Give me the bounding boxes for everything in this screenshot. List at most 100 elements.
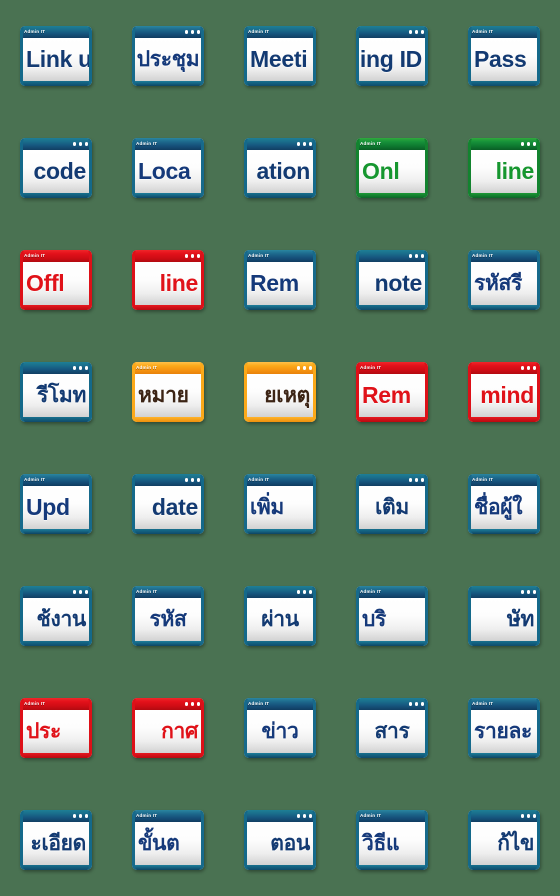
sticker-cell: Admin IT Pass (448, 0, 560, 112)
sticker-frame (356, 474, 428, 534)
sticker-frame (244, 26, 316, 86)
sticker-browser-window[interactable]: ประชุม (132, 26, 204, 86)
sticker-browser-window[interactable]: Admin IT Rem (356, 362, 428, 422)
sticker-cell: note (336, 224, 448, 336)
sticker-browser-window[interactable]: Admin IT รหัส (132, 586, 204, 646)
sticker-cell: Admin IT ประ (0, 672, 112, 784)
sticker-cell: Admin IT ข่าว (224, 672, 336, 784)
sticker-cell: ช้งาน (0, 560, 112, 672)
sticker-browser-window[interactable]: Admin IT Rem (244, 250, 316, 310)
sticker-frame (244, 250, 316, 310)
sticker-frame (20, 138, 92, 198)
sticker-frame (356, 698, 428, 758)
sticker-frame (468, 810, 540, 870)
sticker-cell: ษัท (448, 560, 560, 672)
sticker-cell: Admin IT รหัสรี (448, 224, 560, 336)
sticker-browser-window[interactable]: Admin IT Meeti (244, 26, 316, 86)
sticker-browser-window[interactable]: สาร (356, 698, 428, 758)
sticker-browser-window[interactable]: code (20, 138, 92, 198)
sticker-browser-window[interactable]: ษัท (468, 586, 540, 646)
sticker-cell: Admin IT Rem (224, 224, 336, 336)
sticker-frame (20, 250, 92, 310)
sticker-cell: Admin IT Offl (0, 224, 112, 336)
sticker-frame (468, 26, 540, 86)
sticker-cell: สาร (336, 672, 448, 784)
sticker-browser-window[interactable]: Admin IT เพิ่ม (244, 474, 316, 534)
sticker-frame (132, 698, 204, 758)
sticker-browser-window[interactable]: Admin IT ขั้นต (132, 810, 204, 870)
sticker-browser-window[interactable]: Admin IT วิธีแ (356, 810, 428, 870)
sticker-frame (20, 26, 92, 86)
sticker-cell: date (112, 448, 224, 560)
sticker-browser-window[interactable]: ะเอียด (20, 810, 92, 870)
sticker-cell: Admin IT ชื่อผู้ใ (448, 448, 560, 560)
sticker-browser-window[interactable]: Admin IT Link u (20, 26, 92, 86)
sticker-browser-window[interactable]: ยเหตุ (244, 362, 316, 422)
sticker-cell: ะเอียด (0, 784, 112, 896)
sticker-frame (356, 586, 428, 646)
sticker-browser-window[interactable]: line (132, 250, 204, 310)
sticker-browser-window[interactable]: Admin IT บริ (356, 586, 428, 646)
sticker-cell: Admin IT วิธีแ (336, 784, 448, 896)
sticker-cell: ตอน (224, 784, 336, 896)
sticker-frame (20, 810, 92, 870)
sticker-browser-window[interactable]: mind (468, 362, 540, 422)
sticker-frame (244, 362, 316, 422)
sticker-browser-window[interactable]: line (468, 138, 540, 198)
sticker-browser-window[interactable]: ตอน (244, 810, 316, 870)
sticker-frame (468, 586, 540, 646)
sticker-browser-window[interactable]: ก้ไข (468, 810, 540, 870)
sticker-browser-window[interactable]: date (132, 474, 204, 534)
sticker-browser-window[interactable]: Admin IT ข่าว (244, 698, 316, 758)
sticker-frame (132, 586, 204, 646)
sticker-browser-window[interactable]: กาศ (132, 698, 204, 758)
sticker-frame (20, 698, 92, 758)
sticker-cell: ing ID (336, 0, 448, 112)
sticker-cell: ก้ไข (448, 784, 560, 896)
sticker-frame (132, 474, 204, 534)
sticker-cell: Admin IT เพิ่ม (224, 448, 336, 560)
sticker-cell: code (0, 112, 112, 224)
sticker-cell: ประชุม (112, 0, 224, 112)
sticker-frame (244, 810, 316, 870)
sticker-browser-window[interactable]: Admin IT Loca (132, 138, 204, 198)
sticker-browser-window[interactable]: Admin IT Upd (20, 474, 92, 534)
sticker-browser-window[interactable]: Admin IT รายละ (468, 698, 540, 758)
sticker-browser-window[interactable]: ing ID (356, 26, 428, 86)
sticker-cell: Admin IT Rem (336, 336, 448, 448)
sticker-cell: Admin IT Upd (0, 448, 112, 560)
sticker-frame (356, 138, 428, 198)
sticker-cell: Admin IT Onl (336, 112, 448, 224)
sticker-sheet: Admin IT Link u ประชุม Admin IT Meeti ing ID A… (0, 0, 560, 896)
sticker-cell: Admin IT Link u (0, 0, 112, 112)
sticker-browser-window[interactable]: note (356, 250, 428, 310)
sticker-cell: line (112, 224, 224, 336)
sticker-browser-window[interactable]: Admin IT ประ (20, 698, 92, 758)
sticker-browser-window[interactable]: ช้งาน (20, 586, 92, 646)
sticker-cell: ation (224, 112, 336, 224)
sticker-browser-window[interactable]: เติม (356, 474, 428, 534)
sticker-browser-window[interactable]: ation (244, 138, 316, 198)
sticker-browser-window[interactable]: Admin IT รหัสรี (468, 250, 540, 310)
sticker-cell: เติม (336, 448, 448, 560)
sticker-browser-window[interactable]: รีโมท (20, 362, 92, 422)
sticker-cell: Admin IT Loca (112, 112, 224, 224)
sticker-cell: mind (448, 336, 560, 448)
sticker-cell: Admin IT ขั้นต (112, 784, 224, 896)
sticker-browser-window[interactable]: ผ่าน (244, 586, 316, 646)
sticker-browser-window[interactable]: Admin IT Pass (468, 26, 540, 86)
sticker-frame (468, 250, 540, 310)
sticker-frame (20, 474, 92, 534)
sticker-frame (132, 362, 204, 422)
sticker-cell: Admin IT รหัส (112, 560, 224, 672)
sticker-frame (356, 250, 428, 310)
sticker-frame (244, 586, 316, 646)
sticker-browser-window[interactable]: Admin IT Onl (356, 138, 428, 198)
sticker-browser-window[interactable]: Admin IT หมาย (132, 362, 204, 422)
sticker-browser-window[interactable]: Admin IT ชื่อผู้ใ (468, 474, 540, 534)
sticker-browser-window[interactable]: Admin IT Offl (20, 250, 92, 310)
sticker-frame (356, 810, 428, 870)
sticker-frame (132, 810, 204, 870)
sticker-cell: ยเหตุ (224, 336, 336, 448)
sticker-frame (244, 698, 316, 758)
